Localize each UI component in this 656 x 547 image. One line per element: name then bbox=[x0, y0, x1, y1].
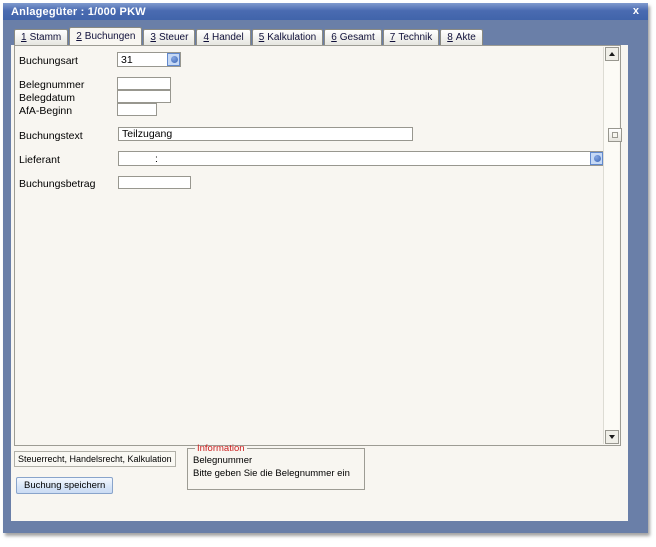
lieferant-value: : bbox=[155, 153, 158, 165]
dropdown-circle-icon bbox=[593, 155, 601, 162]
buchungstext-label: Buchungstext bbox=[19, 130, 83, 142]
dropdown-circle-icon bbox=[170, 56, 178, 63]
scroll-up-button[interactable] bbox=[605, 47, 619, 61]
belegnummer-input[interactable] bbox=[117, 77, 171, 90]
anlagegueter-window: Anlagegüter : 1/000 PKW x 1 Stamm 2 Buchun… bbox=[3, 3, 648, 533]
belegnummer-label: Belegnummer bbox=[19, 79, 85, 91]
tab-kalkulation[interactable]: 5 Kalkulation bbox=[251, 29, 324, 45]
tab-buchungen[interactable]: 2 Buchungen bbox=[69, 27, 143, 45]
tab-technik[interactable]: 7 Technik bbox=[382, 29, 440, 45]
vertical-scrollbar[interactable] bbox=[603, 47, 619, 444]
afa-beginn-input[interactable] bbox=[117, 103, 157, 116]
buchungstext-detail-button[interactable] bbox=[608, 128, 622, 142]
tab-steuer[interactable]: 3 Steuer bbox=[143, 29, 196, 45]
buchungsart-dropdown-button[interactable] bbox=[167, 53, 180, 66]
buchungsbetrag-label: Buchungsbetrag bbox=[19, 178, 96, 190]
lieferant-label: Lieferant bbox=[19, 154, 60, 166]
client-area: Buchungsart 31 Belegnummer Belegdatum Af… bbox=[11, 45, 628, 521]
close-button[interactable]: x bbox=[633, 3, 639, 20]
tab-bar: 1 Stamm 2 Buchungen 3 Steuer 4 Handel 5 Kalku… bbox=[14, 27, 484, 45]
scope-text-box: Steuerrecht, Handelsrecht, Kalkulation bbox=[14, 451, 176, 467]
window-title: Anlagegüter : 1/000 PKW bbox=[11, 5, 146, 18]
info-box-title: Information bbox=[197, 443, 245, 454]
buchungsart-label: Buchungsart bbox=[19, 55, 78, 67]
scroll-down-icon bbox=[609, 435, 615, 439]
info-box: Information Belegnummer Bitte geben Sie … bbox=[187, 443, 365, 490]
buchungsart-value: 31 bbox=[121, 54, 133, 66]
save-booking-button[interactable]: Buchung speichern bbox=[16, 477, 114, 494]
scroll-up-icon bbox=[609, 52, 615, 56]
form-panel: Buchungsart 31 Belegnummer Belegdatum Af… bbox=[14, 45, 622, 446]
belegdatum-label: Belegdatum bbox=[19, 92, 76, 104]
buchungstext-input[interactable] bbox=[118, 127, 413, 141]
tab-handel[interactable]: 4 Handel bbox=[196, 29, 251, 45]
info-line: Bitte geben Sie die Belegnummer ein bbox=[193, 468, 350, 479]
lieferant-combo[interactable]: : bbox=[118, 151, 604, 166]
tab-stamm[interactable]: 1 Stamm bbox=[14, 29, 69, 45]
scroll-down-button[interactable] bbox=[605, 430, 619, 444]
scope-text: Steuerrecht, Handelsrecht, Kalkulation bbox=[18, 454, 172, 464]
tab-gesamt[interactable]: 6 Gesamt bbox=[324, 29, 382, 45]
belegdatum-input[interactable] bbox=[117, 90, 171, 103]
afa-beginn-label: AfA-Beginn bbox=[19, 105, 73, 117]
detail-square-icon bbox=[612, 132, 618, 138]
tab-akte[interactable]: 8 Akte bbox=[440, 29, 483, 45]
info-line: Belegnummer bbox=[193, 455, 253, 466]
titlebar[interactable]: Anlagegüter : 1/000 PKW x bbox=[3, 3, 648, 20]
buchungsbetrag-input[interactable] bbox=[118, 176, 191, 189]
lieferant-dropdown-button[interactable] bbox=[590, 152, 603, 165]
buchungsart-combo[interactable]: 31 bbox=[117, 52, 181, 67]
close-icon: x bbox=[632, 5, 639, 17]
